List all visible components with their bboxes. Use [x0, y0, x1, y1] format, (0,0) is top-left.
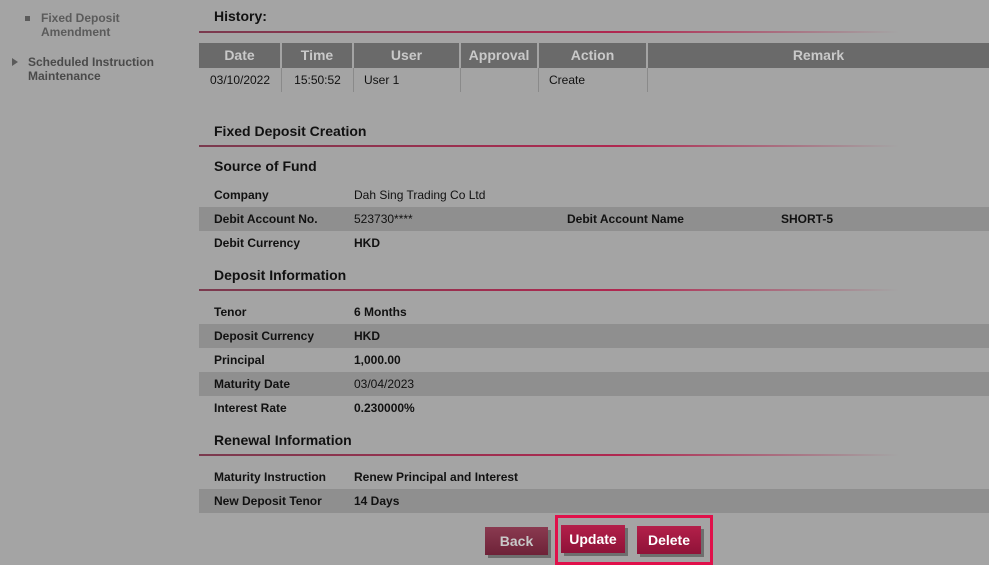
company-label: Company [214, 188, 269, 202]
col-approval: Approval [461, 43, 539, 68]
company-row: Company Dah Sing Trading Co Ltd [199, 183, 989, 207]
sidebar-item-label: Fixed Deposit Amendment [41, 11, 120, 39]
deposit-currency-value: HKD [354, 329, 380, 343]
company-value: Dah Sing Trading Co Ltd [354, 188, 486, 202]
maturity-instruction-row: Maturity Instruction Renew Principal and… [199, 465, 989, 489]
debit-account-name-label: Debit Account Name [567, 212, 684, 226]
interest-rate-value: 0.230000% [354, 401, 415, 415]
maturity-instruction-label: Maturity Instruction [214, 470, 327, 484]
cell-date: 03/10/2022 [199, 68, 282, 92]
back-button[interactable]: Back [485, 527, 548, 555]
delete-button[interactable]: Delete [637, 526, 701, 554]
col-user: User [354, 43, 461, 68]
divider [199, 31, 899, 33]
sidebar-item-fixed-deposit-amendment[interactable]: Fixed Deposit Amendment [25, 11, 185, 39]
col-date: Date [199, 43, 282, 68]
deposit-currency-label: Deposit Currency [214, 329, 315, 343]
sidebar-item-label: Scheduled Instruction Maintenance [28, 55, 155, 83]
interest-rate-row: Interest Rate 0.230000% [199, 396, 989, 420]
interest-rate-label: Interest Rate [214, 401, 287, 415]
new-deposit-tenor-label: New Deposit Tenor [214, 494, 322, 508]
debit-currency-value: HKD [354, 236, 380, 250]
principal-label: Principal [214, 353, 265, 367]
col-time: Time [282, 43, 354, 68]
renewal-info-title: Renewal Information [214, 432, 352, 448]
debit-account-row: Debit Account No. 523730**** Debit Accou… [199, 207, 989, 231]
maturity-date-label: Maturity Date [214, 377, 291, 391]
new-deposit-tenor-row: New Deposit Tenor 14 Days [199, 489, 989, 513]
bullet-icon [25, 16, 30, 21]
update-button[interactable]: Update [561, 525, 625, 553]
debit-account-no-label: Debit Account No. [214, 212, 318, 226]
debit-account-name-value: SHORT-5 [781, 212, 834, 226]
divider [199, 454, 899, 456]
deposit-info-title: Deposit Information [214, 267, 347, 283]
cell-remark [648, 68, 989, 92]
history-table-header: Date Time User Approval Action Remark [199, 43, 989, 68]
table-row: 03/10/2022 15:50:52 User 1 Create [199, 68, 989, 92]
tenor-value: 6 Months [354, 305, 407, 319]
new-deposit-tenor-value: 14 Days [354, 494, 400, 508]
triangle-right-icon [12, 58, 18, 66]
cell-time: 15:50:52 [282, 68, 354, 92]
principal-row: Principal 1,000.00 [199, 348, 989, 372]
cell-approval [461, 68, 539, 92]
debit-currency-label: Debit Currency [214, 236, 301, 250]
form-title: Fixed Deposit Creation [214, 123, 367, 139]
sidebar: Fixed Deposit Amendment Scheduled Instru… [0, 0, 190, 565]
maturity-date-value: 03/04/2023 [354, 377, 415, 391]
divider [199, 289, 899, 291]
cell-user: User 1 [354, 68, 461, 92]
debit-currency-row: Debit Currency HKD [199, 231, 989, 255]
history-title: History: [214, 8, 267, 24]
sidebar-item-scheduled-instruction[interactable]: Scheduled Instruction Maintenance [12, 55, 187, 83]
col-action: Action [539, 43, 648, 68]
col-remark: Remark [792, 47, 845, 63]
tenor-label: Tenor [214, 305, 247, 319]
debit-account-no-value: 523730**** [354, 212, 413, 226]
divider [199, 145, 899, 147]
maturity-date-row: Maturity Date 03/04/2023 [199, 372, 989, 396]
maturity-instruction-value: Renew Principal and Interest [354, 470, 519, 484]
deposit-currency-row: Deposit Currency HKD [199, 324, 989, 348]
cell-action: Create [539, 68, 648, 92]
principal-value: 1,000.00 [354, 353, 401, 367]
main-content: History: Date Time User Approval Action … [199, 0, 989, 565]
tenor-row: Tenor 6 Months [199, 300, 989, 324]
source-of-fund-title: Source of Fund [214, 158, 317, 174]
